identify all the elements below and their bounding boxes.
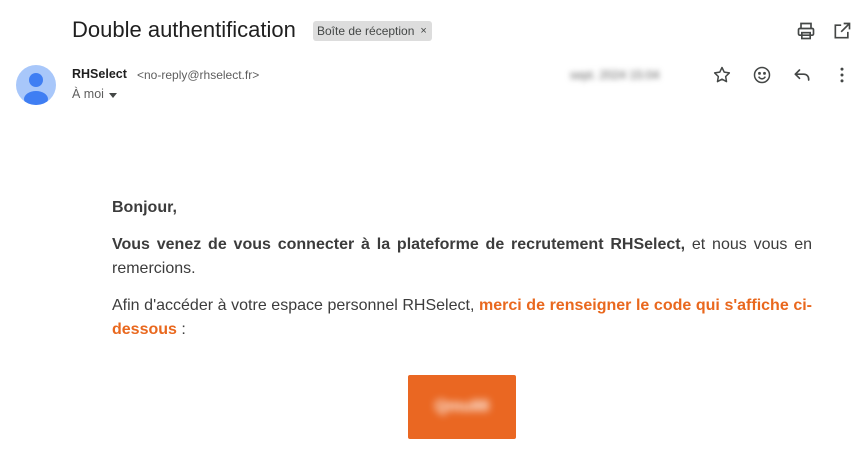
intro-paragraph: Vous venez de vous connecter à la platef… (112, 233, 812, 282)
instruction-paragraph: Afin d'accéder à votre espace personnel … (112, 294, 812, 343)
recipient-dropdown[interactable]: À moi (72, 87, 117, 101)
verification-code-box: Qmu88 (408, 375, 516, 439)
emoji-reaction-icon[interactable] (751, 64, 773, 86)
sender-name[interactable]: RHSelect (72, 67, 127, 81)
instruction-start: Afin d'accéder à votre espace personnel … (112, 296, 479, 314)
recipient-label: À moi (72, 87, 104, 101)
inbox-label-chip[interactable]: Boîte de réception × (313, 21, 432, 41)
more-vertical-icon[interactable] (831, 64, 853, 86)
chevron-down-icon (108, 92, 117, 98)
inbox-label-text: Boîte de réception (317, 24, 415, 38)
print-icon[interactable] (795, 20, 817, 42)
greeting: Bonjour, (112, 199, 177, 216)
person-avatar-icon (24, 73, 48, 105)
email-body: Bonjour, Vous venez de vous connecter à … (112, 196, 812, 355)
intro-bold: Vous venez de vous connecter à la platef… (112, 235, 686, 253)
instruction-end: : (176, 321, 186, 338)
email-timestamp: sept. 2024 15:04 (570, 68, 660, 82)
verification-code: Qmu88 (434, 398, 490, 415)
reply-icon[interactable] (791, 64, 813, 86)
sender-avatar[interactable] (16, 65, 56, 105)
sender-email: <no-reply@rhselect.fr> (137, 68, 260, 82)
star-icon[interactable] (711, 64, 733, 86)
open-in-new-window-icon[interactable] (831, 20, 853, 42)
email-subject: Double authentification (72, 17, 296, 42)
remove-label-button[interactable]: × (420, 25, 426, 37)
